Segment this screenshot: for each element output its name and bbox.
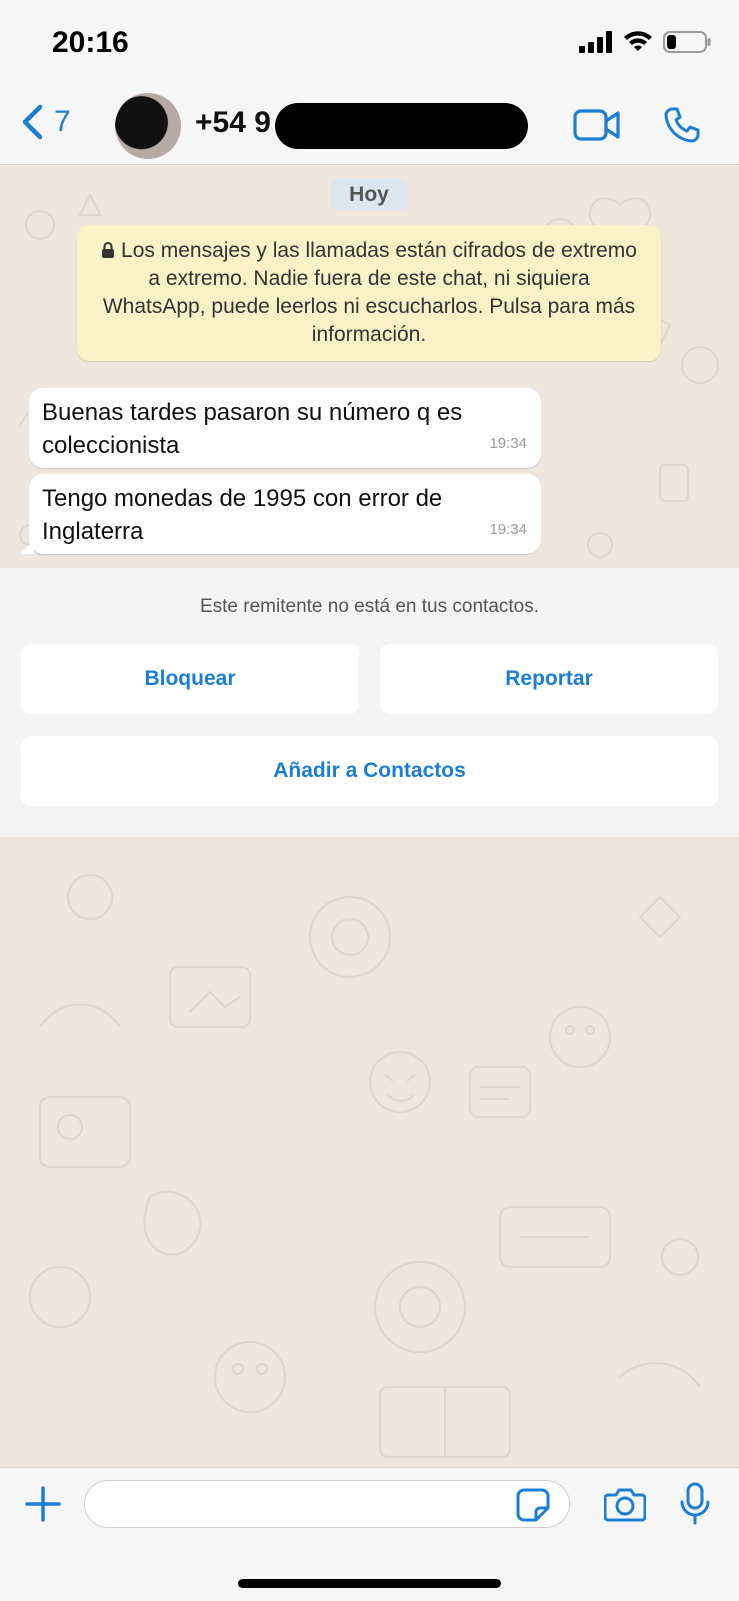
status-time: 20:16 bbox=[52, 26, 129, 59]
chat-area[interactable]: Hoy Los mensajes y las llamadas están ci… bbox=[0, 165, 739, 568]
back-button[interactable]: 7 bbox=[20, 104, 71, 140]
video-call-icon[interactable] bbox=[573, 108, 621, 142]
contact-name[interactable]: +54 9 bbox=[195, 106, 271, 140]
status-bar: 20:16 bbox=[0, 0, 739, 88]
battery-icon bbox=[663, 31, 711, 53]
wallpaper-doodles bbox=[28, 873, 701, 1459]
camera-icon[interactable] bbox=[604, 1486, 646, 1522]
unknown-sender-panel: Este remitente no está en tus contactos.… bbox=[0, 568, 739, 837]
status-icons bbox=[579, 30, 711, 54]
microphone-icon[interactable] bbox=[679, 1482, 711, 1526]
chat-header: 7 +54 9 bbox=[0, 88, 739, 165]
lock-icon bbox=[102, 242, 115, 258]
report-button[interactable]: Reportar bbox=[380, 644, 718, 714]
unread-count: 7 bbox=[54, 105, 71, 138]
message-bubble[interactable]: Tengo monedas de 1995 con error de Ingla… bbox=[20, 474, 541, 554]
message-time: 19:34 bbox=[489, 435, 527, 452]
redaction-bar bbox=[275, 103, 528, 149]
unknown-sender-note: Este remitente no está en tus contactos. bbox=[199, 596, 540, 617]
sticker-icon[interactable] bbox=[516, 1488, 550, 1522]
encryption-notice[interactable]: Los mensajes y las llamadas están cifrad… bbox=[77, 225, 661, 361]
chevron-left-icon bbox=[22, 104, 43, 140]
message-bubble[interactable]: Buenas tardes pasaron su número q es col… bbox=[29, 388, 541, 468]
phone-call-icon[interactable] bbox=[663, 106, 701, 144]
chat-empty-area bbox=[0, 837, 739, 1467]
message-text: Tengo monedas de 1995 con error de Ingla… bbox=[42, 485, 443, 545]
plus-icon[interactable] bbox=[24, 1485, 62, 1523]
message-input[interactable] bbox=[84, 1480, 570, 1528]
day-separator: Hoy bbox=[330, 179, 408, 211]
wifi-icon bbox=[624, 31, 652, 51]
message-text: Buenas tardes pasaron su número q es col… bbox=[42, 399, 463, 459]
add-contact-button[interactable]: Añadir a Contactos bbox=[21, 736, 718, 806]
encryption-notice-text: Los mensajes y las llamadas están cifrad… bbox=[102, 239, 637, 346]
signal-icon bbox=[579, 31, 612, 53]
block-button[interactable]: Bloquear bbox=[21, 644, 359, 714]
home-indicator bbox=[238, 1579, 501, 1588]
avatar[interactable] bbox=[115, 93, 181, 159]
call-actions bbox=[573, 106, 701, 144]
message-time: 19:34 bbox=[489, 521, 527, 538]
